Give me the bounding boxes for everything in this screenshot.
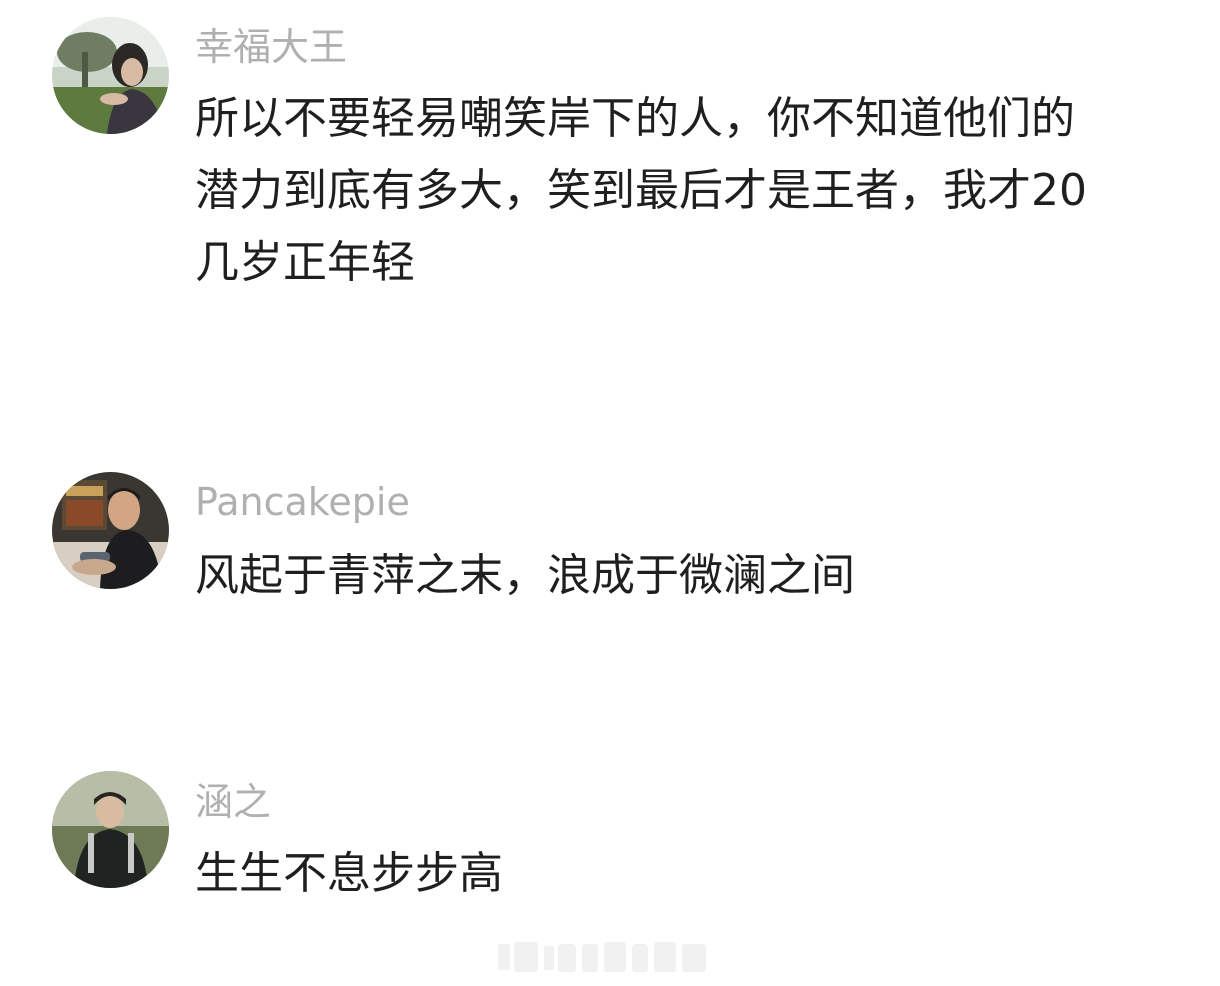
comment-item: Pancakepie 风起于青萍之末，浪成于微澜之间 (0, 330, 1220, 660)
username[interactable]: 幸福大王 (195, 23, 347, 71)
comment-text: 所以不要轻易嘲笑岸下的人，你不知道他们的 潜力到底有多大，笑到最后才是王者，我才… (195, 93, 1087, 288)
username[interactable]: 涵之 (195, 778, 271, 826)
user-avatar[interactable] (52, 472, 169, 589)
user-avatar[interactable] (52, 17, 169, 134)
watermark (498, 938, 710, 976)
woman-outdoors-avatar-image (52, 17, 169, 134)
man-gaming-avatar-image (52, 472, 169, 589)
young-man-jacket-avatar-image (52, 771, 169, 888)
username[interactable]: Pancakepie (195, 478, 410, 526)
comment-text: 风起于青萍之末，浪成于微澜之间 (195, 550, 855, 601)
comment-item: 幸福大王 所以不要轻易嘲笑岸下的人，你不知道他们的 潜力到底有多大，笑到最后才是… (0, 0, 1220, 330)
comment-text: 生生不息步步高 (195, 848, 503, 899)
user-avatar[interactable] (52, 771, 169, 888)
